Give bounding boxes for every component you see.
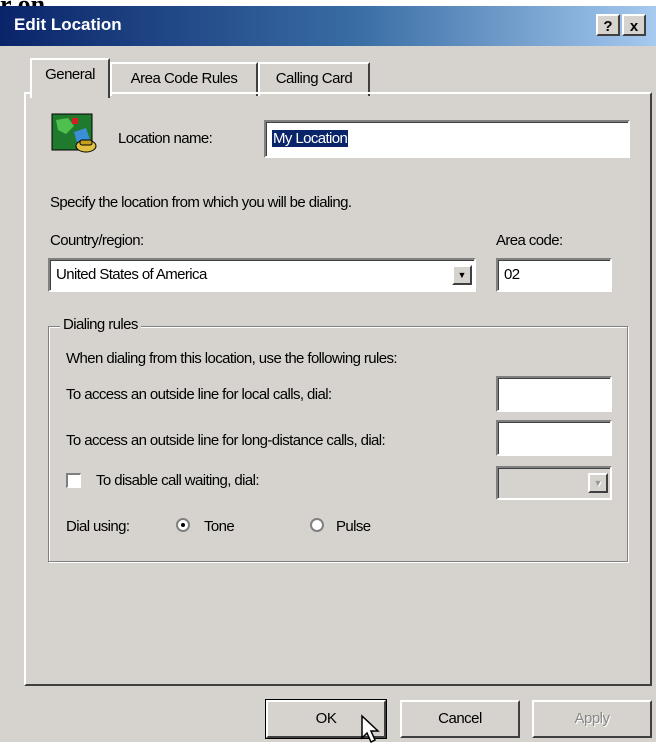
tab-calling-card[interactable]: Calling Card: [258, 62, 370, 96]
tone-radio[interactable]: [176, 518, 190, 532]
country-region-label: Country/region:: [50, 232, 144, 249]
dialing-rules-legend: Dialing rules: [60, 316, 141, 333]
mouse-pointer-icon: [360, 714, 382, 744]
area-code-input[interactable]: 02: [496, 258, 612, 292]
intro-text: Specify the location from which you will…: [50, 194, 352, 211]
call-waiting-checkbox[interactable]: [66, 473, 81, 488]
pulse-label: Pulse: [336, 518, 371, 535]
location-name-value: My Location: [272, 130, 349, 147]
location-name-input[interactable]: My Location: [264, 120, 630, 158]
help-button[interactable]: ?: [596, 14, 620, 36]
dialing-rules-intro: When dialing from this location, use the…: [66, 350, 398, 367]
tab-general[interactable]: General: [30, 58, 110, 98]
tone-label: Tone: [204, 518, 235, 535]
globe-phone-icon: [50, 112, 98, 156]
call-waiting-label: To disable call waiting, dial:: [96, 472, 260, 489]
location-name-label: Location name:: [118, 130, 213, 147]
cancel-button[interactable]: Cancel: [400, 700, 520, 738]
title-bar: Edit Location ? x: [0, 6, 656, 46]
tab-area-code-rules[interactable]: Area Code Rules: [110, 62, 258, 96]
dropdown-arrow-icon: ▼: [588, 473, 608, 493]
long-distance-input[interactable]: [496, 420, 612, 456]
area-code-value: 02: [504, 266, 520, 283]
apply-button[interactable]: Apply: [532, 700, 652, 738]
dial-using-label: Dial using:: [66, 518, 130, 535]
window-title: Edit Location: [14, 15, 122, 34]
country-region-value: United States of America: [56, 266, 207, 283]
country-region-dropdown[interactable]: United States of America: [48, 258, 476, 292]
local-calls-input[interactable]: [496, 376, 612, 412]
edit-location-dialog: Edit Location ? x General Area Code Rule…: [0, 6, 656, 744]
area-code-label: Area code:: [496, 232, 563, 249]
long-distance-label: To access an outside line for long-dista…: [66, 432, 386, 449]
pulse-radio[interactable]: [310, 518, 324, 532]
close-button[interactable]: x: [622, 14, 646, 36]
dropdown-arrow-icon[interactable]: ▼: [452, 265, 472, 285]
local-calls-label: To access an outside line for local call…: [66, 386, 332, 403]
